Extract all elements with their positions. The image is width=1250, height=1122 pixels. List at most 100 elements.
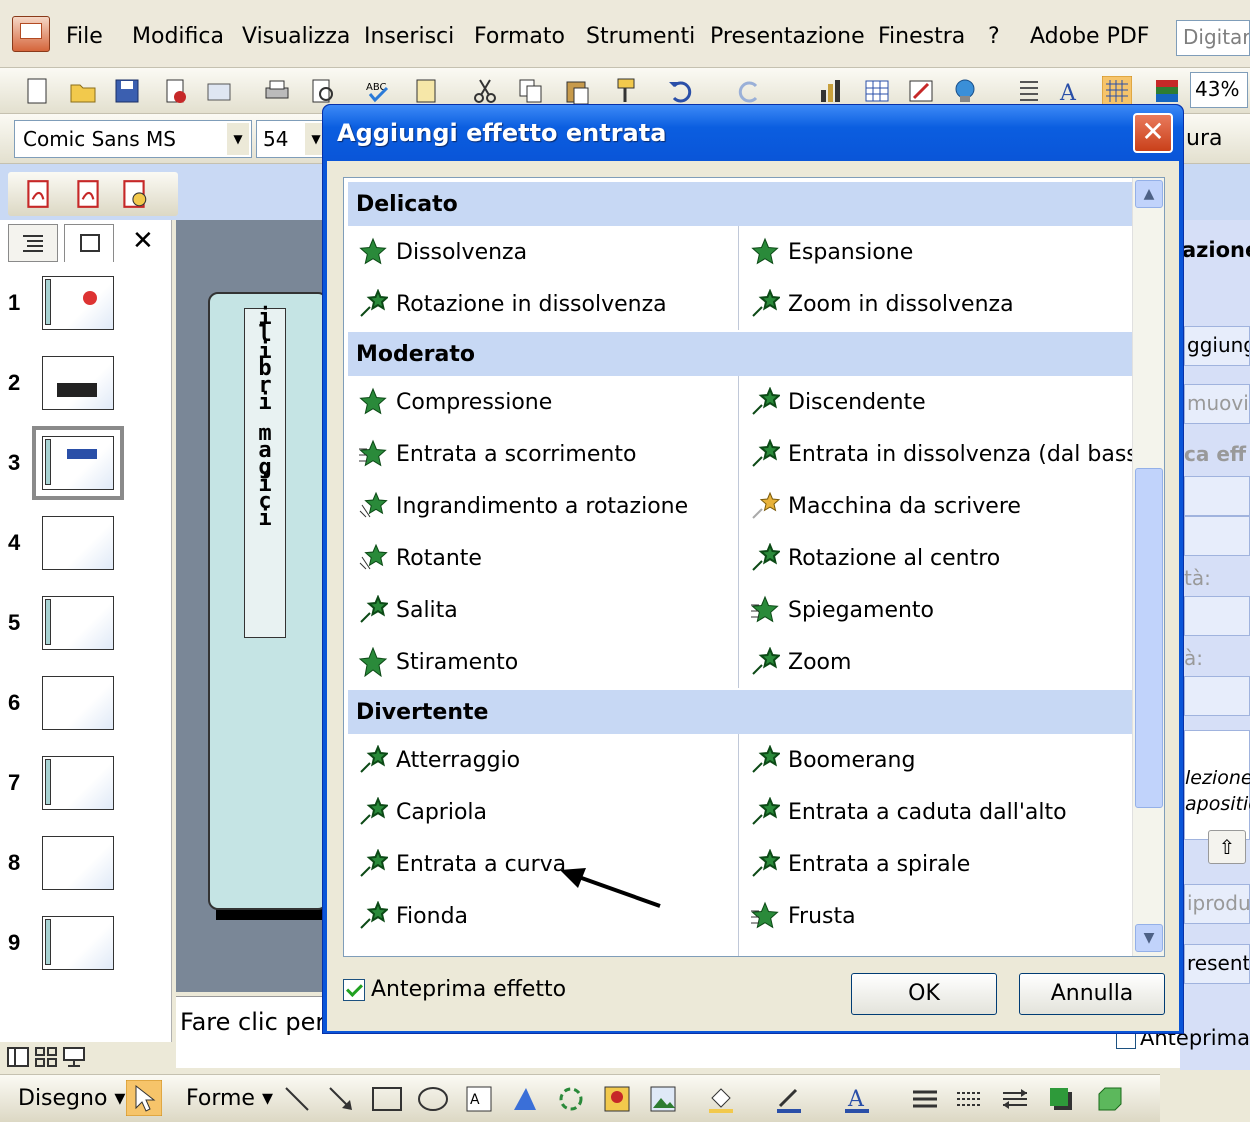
slide-thumbnail-8[interactable] — [42, 836, 114, 890]
3d-style-icon[interactable] — [1094, 1084, 1124, 1114]
effect-item[interactable]: Discendente — [750, 380, 926, 424]
effect-item[interactable]: Espansione — [750, 230, 913, 274]
tab-slides[interactable] — [64, 224, 114, 262]
slide-thumbnail-3[interactable] — [32, 426, 124, 500]
table-icon[interactable] — [862, 76, 892, 106]
fill-color-icon[interactable] — [706, 1084, 736, 1114]
redo-icon[interactable] — [734, 76, 764, 106]
effect-item[interactable]: Stiramento — [358, 640, 518, 684]
zoom-select[interactable]: 43% — [1190, 72, 1248, 108]
menu-formato[interactable]: Formato — [474, 24, 565, 49]
autoshapes-menu-button[interactable]: Forme ▾ — [186, 1086, 273, 1111]
menu-inserisci[interactable]: Inserisci — [364, 24, 454, 49]
spelling-icon[interactable]: ABC — [364, 76, 394, 106]
chevron-up-icon[interactable]: ▲ — [1135, 180, 1163, 208]
slideshow-button[interactable]: resenta — [1184, 944, 1250, 984]
effect-item[interactable]: Spiegamento — [750, 588, 934, 632]
powerpoint-icon[interactable] — [12, 16, 50, 52]
toolbar-partial-label[interactable]: ura — [1186, 126, 1222, 151]
format-painter-icon[interactable] — [610, 76, 640, 106]
menu-strumenti[interactable]: Strumenti — [586, 24, 695, 49]
menu-presentazione[interactable]: Presentazione — [710, 24, 865, 49]
pdf-email-icon[interactable] — [72, 178, 104, 210]
show-grid-icon[interactable] — [1102, 76, 1132, 106]
menu-help[interactable]: ? — [988, 24, 1000, 49]
speed-select[interactable] — [1184, 676, 1250, 716]
line-icon[interactable] — [282, 1084, 312, 1114]
slideshow-view-icon[interactable] — [62, 1046, 86, 1068]
chevron-down-icon[interactable]: ▼ — [1135, 924, 1163, 952]
slide-thumbnail-5[interactable] — [42, 596, 114, 650]
font-color-icon[interactable]: A — [842, 1084, 872, 1114]
reorder-up-button[interactable]: ⇧ — [1208, 830, 1246, 864]
effects-list[interactable]: Delicato Dissolvenza Espansione Rotazion… — [343, 177, 1165, 957]
font-name-select[interactable]: Comic Sans MS ▼ — [14, 120, 252, 158]
effect-item[interactable]: Rotazione al centro — [750, 536, 1000, 580]
animation-list[interactable]: lezione aposition — [1184, 730, 1250, 840]
close-icon[interactable]: ✕ — [1133, 113, 1173, 153]
ok-button[interactable]: OK — [851, 973, 997, 1015]
paste-icon[interactable] — [562, 76, 592, 106]
slide-thumbnail-4[interactable] — [42, 516, 114, 570]
email-icon[interactable] — [204, 76, 234, 106]
effect-item[interactable]: Salita — [358, 588, 458, 632]
effect-item[interactable]: Dissolvenza — [358, 230, 527, 274]
show-formatting-icon[interactable]: A — [1058, 76, 1088, 106]
scrollbar-thumb[interactable] — [1135, 468, 1163, 808]
normal-view-icon[interactable] — [6, 1046, 30, 1068]
effect-item[interactable]: Capriola — [358, 790, 487, 834]
undo-icon[interactable] — [666, 76, 696, 106]
hyperlink-icon[interactable] — [950, 76, 980, 106]
effect-item[interactable]: Rotante — [358, 536, 482, 580]
menu-visualizza[interactable]: Visualizza — [242, 24, 350, 49]
permission-icon[interactable] — [160, 76, 190, 106]
effect-item[interactable]: Entrata a scorrimento — [358, 432, 636, 476]
play-button[interactable]: iprodu — [1184, 884, 1250, 924]
preview-effect-checkbox[interactable]: Anteprima effetto — [343, 977, 566, 1002]
picture-icon[interactable] — [648, 1084, 678, 1114]
new-document-icon[interactable] — [22, 76, 52, 106]
slide-thumbnail-1[interactable] — [42, 276, 114, 330]
tables-borders-icon[interactable] — [906, 76, 936, 106]
convert-to-pdf-icon[interactable] — [22, 178, 54, 210]
chevron-down-icon[interactable]: ▼ — [227, 123, 249, 155]
slide-thumbnail-9[interactable] — [42, 916, 114, 970]
effect-item[interactable]: Entrata a curva — [358, 842, 566, 886]
menu-file[interactable]: File — [66, 24, 103, 49]
effect-item[interactable]: Ingrandimento a rotazione — [358, 484, 688, 528]
cut-icon[interactable] — [470, 76, 500, 106]
arrow-style-icon[interactable] — [1000, 1084, 1030, 1114]
effect-item[interactable]: Entrata in dissolvenza (dal basso) — [750, 432, 1160, 476]
oval-icon[interactable] — [416, 1084, 450, 1114]
effect-item[interactable]: Boomerang — [750, 738, 915, 782]
effect-item[interactable]: Compressione — [358, 380, 552, 424]
shadow-style-icon[interactable] — [1046, 1084, 1076, 1114]
slide-thumbnail-7[interactable] — [42, 756, 114, 810]
cancel-button[interactable]: Annulla — [1019, 973, 1165, 1015]
close-panel-icon[interactable]: ✕ — [132, 226, 154, 256]
menu-modifica[interactable]: Modifica — [132, 24, 224, 49]
chart-icon[interactable] — [816, 76, 846, 106]
diagram-icon[interactable] — [556, 1084, 586, 1114]
pdf-review-icon[interactable] — [118, 178, 150, 210]
slide-vertical-textbox[interactable]: i l i b r i m a g i c i — [244, 307, 286, 638]
font-size-select[interactable]: 54 ▼ — [256, 120, 330, 158]
property-select-2[interactable] — [1184, 596, 1250, 636]
start-select[interactable] — [1184, 476, 1250, 516]
clipart-icon[interactable] — [602, 1084, 632, 1114]
expand-all-icon[interactable] — [1014, 76, 1044, 106]
arrow-icon[interactable] — [326, 1084, 356, 1114]
textbox-icon[interactable]: A — [464, 1084, 494, 1114]
effect-item[interactable]: Entrata a caduta dall'alto — [750, 790, 1067, 834]
slide-thumbnail-6[interactable] — [42, 676, 114, 730]
add-effect-button[interactable]: ggiung — [1184, 326, 1250, 366]
effect-item[interactable]: Rotazione in dissolvenza — [358, 282, 667, 326]
property-select[interactable] — [1184, 516, 1250, 556]
effect-item[interactable]: Zoom — [750, 640, 851, 684]
copy-icon[interactable] — [516, 76, 546, 106]
dialog-titlebar[interactable]: Aggiungi effetto entrata ✕ — [323, 105, 1183, 161]
effect-item[interactable]: Zoom in dissolvenza — [750, 282, 1014, 326]
open-folder-icon[interactable] — [68, 76, 98, 106]
slide-sorter-view-icon[interactable] — [34, 1046, 58, 1068]
menu-finestra[interactable]: Finestra — [878, 24, 965, 49]
